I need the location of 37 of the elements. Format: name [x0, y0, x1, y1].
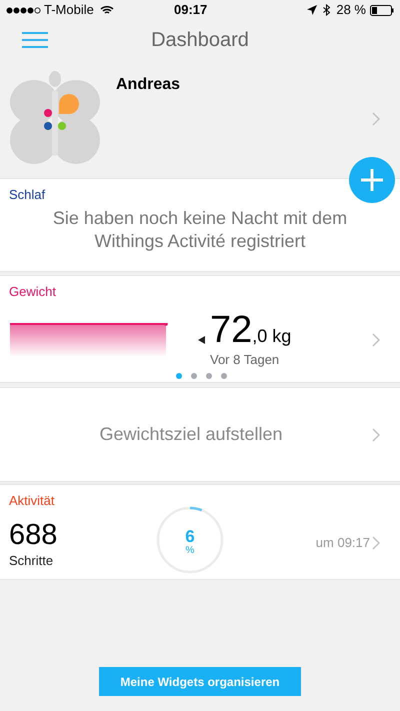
battery-icon [370, 4, 394, 16]
card-title: Aktivität [9, 492, 55, 510]
percent-value: 6 [185, 528, 195, 546]
sleep-message: Sie haben noch keine Nacht mit dem Withings Activité registriert [52, 206, 348, 252]
step-count: 688 [9, 518, 58, 551]
activity-card[interactable]: Aktivität 688 Schritte 6 % um 09:17 [0, 484, 400, 580]
chevron-right-icon [372, 428, 380, 442]
sleep-card[interactable]: Schlaf Sie haben noch keine Nacht mit dem Withings Activité registriert [0, 178, 400, 272]
weight-unit: ,0 kg [252, 324, 292, 348]
chevron-right-icon [372, 112, 380, 126]
weight-value: 72 [210, 310, 252, 348]
card-title: Schlaf [9, 186, 46, 204]
clock: 09:17 [174, 1, 208, 20]
menu-button[interactable] [22, 30, 48, 50]
weight-goal-label: Gewichtsziel aufstellen [99, 423, 283, 446]
plus-icon [361, 169, 383, 191]
location-arrow-icon [307, 5, 318, 15]
pointer-triangle-icon [198, 336, 205, 344]
activity-time: um 09:17 [316, 534, 370, 552]
chevron-right-icon [372, 332, 380, 347]
profile-name: Andreas [116, 75, 180, 95]
progress-ring [156, 506, 224, 573]
weight-date: Vor 8 Tagen [210, 350, 280, 369]
add-button[interactable] [349, 157, 395, 203]
bluetooth-icon [323, 4, 330, 16]
percent-unit: % [186, 546, 194, 556]
signal-strength-icon [6, 6, 42, 14]
battery-percentage: 28 % [336, 1, 366, 20]
chevron-right-icon [372, 536, 380, 550]
card-title: Gewicht [9, 283, 56, 301]
screen-title: Dashboard [151, 28, 249, 53]
progress-arc [190, 506, 202, 511]
weight-card[interactable]: Gewicht 72,0 kg Vor 8 Tagen [0, 275, 400, 383]
carrier-name: T-Mobile [44, 1, 94, 20]
wifi-icon [100, 5, 114, 15]
steps-label: Schritte [9, 552, 54, 570]
weight-goal-row[interactable]: Gewichtsziel aufstellen [0, 387, 400, 482]
